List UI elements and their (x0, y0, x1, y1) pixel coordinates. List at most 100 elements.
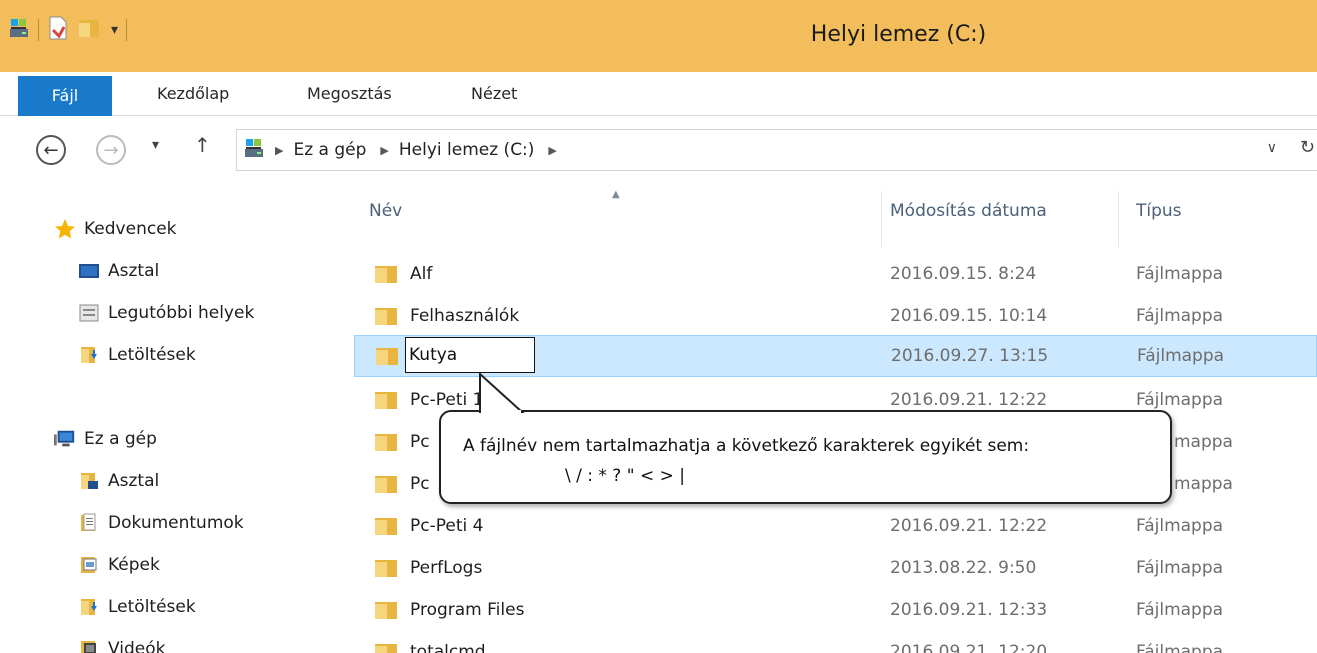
column-divider[interactable] (881, 191, 882, 247)
chevron-down-icon: ▾ (152, 137, 160, 153)
tooltip-message: A fájlnév nem tartalmazhatja a következő… (463, 436, 1030, 456)
folder-icon (375, 518, 397, 535)
breadcrumb-separator-icon[interactable]: ▶ (380, 144, 388, 157)
drive-icon (243, 137, 265, 163)
downloads-folder-icon (78, 597, 100, 617)
pictures-icon (78, 555, 100, 575)
folder-icon (375, 644, 397, 653)
folder-icon (375, 392, 397, 409)
file-type: Fájlmappa (1136, 264, 1224, 284)
breadcrumb-this-pc[interactable]: Ez a gép (293, 140, 366, 160)
nav-label: Kedvencek (84, 219, 177, 239)
nav-this-pc-downloads[interactable]: Letöltések (78, 591, 196, 623)
file-date: 2016.09.27. 13:15 (891, 346, 1049, 366)
desktop-folder-icon (78, 471, 100, 491)
table-row[interactable]: Felhasználók 2016.09.15. 10:14 Fájlmappa (354, 295, 1317, 337)
file-date: 2016.09.21. 12:20 (890, 642, 1048, 653)
nav-favorites-desktop[interactable]: Asztal (78, 255, 159, 287)
file-date: 2016.09.21. 12:33 (890, 600, 1048, 620)
forward-arrow-icon: → (103, 139, 119, 161)
rename-input[interactable]: Kutya (405, 337, 535, 373)
folder-icon (375, 434, 397, 451)
tab-share[interactable]: Megosztás (307, 72, 392, 116)
file-type: Fájlmappa (1136, 558, 1224, 578)
nav-recent-places[interactable]: Legutóbbi helyek (78, 297, 254, 329)
table-row[interactable]: Pc-Peti 4 2016.09.21. 12:22 Fájlmappa (354, 505, 1317, 547)
invalid-filename-tooltip: A fájlnév nem tartalmazhatja a következő… (439, 410, 1172, 504)
recent-places-icon (78, 303, 100, 323)
window-title: Helyi lemez (C:) (810, 22, 987, 47)
downloads-folder-icon (78, 345, 100, 365)
recent-locations-button[interactable]: ▾ (152, 137, 159, 153)
tooltip-pointer-icon (479, 372, 525, 414)
refresh-icon[interactable]: ↻ (1300, 137, 1315, 158)
tab-home[interactable]: Kezdőlap (157, 72, 229, 116)
breadcrumb-local-disk[interactable]: Helyi lemez (C:) (399, 140, 535, 160)
file-date: 2013.08.22. 9:50 (890, 558, 1037, 578)
navigation-bar: ← → ▾ ↑ ▶ Ez a gép ▶ Helyi lemez (C:) ▶ … (0, 117, 1317, 183)
column-divider[interactable] (1118, 191, 1119, 247)
star-icon (54, 219, 76, 239)
nav-this-pc-desktop[interactable]: Asztal (78, 465, 159, 497)
nav-this-pc[interactable]: Ez a gép (54, 423, 157, 455)
nav-label: Asztal (108, 471, 160, 491)
file-name: totalcmd (410, 642, 486, 653)
nav-favorites-downloads[interactable]: Letöltések (78, 339, 196, 371)
back-arrow-icon: ← (43, 139, 59, 161)
folder-icon (375, 476, 397, 493)
forward-button[interactable]: → (96, 135, 126, 165)
file-type: Fájlmappa (1137, 346, 1225, 366)
up-arrow-icon: ↑ (194, 133, 211, 157)
nav-label: Dokumentumok (108, 513, 244, 533)
nav-label: Ez a gép (84, 429, 157, 449)
file-date: 2016.09.15. 10:14 (890, 306, 1048, 326)
up-button[interactable]: ↑ (194, 133, 211, 157)
file-name: Pc-Peti 4 (410, 516, 484, 536)
file-name: Alf (410, 264, 433, 284)
file-name: PerfLogs (410, 558, 483, 578)
tab-view[interactable]: Nézet (471, 72, 517, 116)
nav-label: Letöltések (108, 345, 196, 365)
address-dropdown-icon[interactable]: ∨ (1267, 140, 1277, 156)
navigation-pane: Kedvencek Asztal Legutóbbi helyek Letölt… (0, 183, 334, 653)
videos-icon (78, 639, 100, 653)
file-type: Fájlmappa (1136, 306, 1224, 326)
tab-file[interactable]: Fájl (18, 76, 112, 116)
folder-icon (375, 266, 397, 283)
file-type: mappa (1174, 474, 1233, 494)
nav-pictures[interactable]: Képek (78, 549, 160, 581)
file-type: Fájlmappa (1136, 600, 1224, 620)
folder-icon (375, 560, 397, 577)
back-button[interactable]: ← (36, 135, 66, 165)
title-bar: ▾ Helyi lemez (C:) (0, 0, 1317, 72)
file-name: Program Files (410, 600, 525, 620)
desktop-icon (78, 261, 100, 281)
file-type: mappa (1174, 432, 1233, 452)
file-name: Pc (410, 474, 430, 494)
breadcrumb-separator-icon[interactable]: ▶ (275, 144, 283, 157)
sort-ascending-icon: ▲ (612, 189, 620, 200)
table-row[interactable]: Program Files 2016.09.21. 12:33 Fájlmapp… (354, 589, 1317, 631)
nav-favorites[interactable]: Kedvencek (54, 213, 177, 245)
table-row[interactable]: PerfLogs 2013.08.22. 9:50 Fájlmappa (354, 547, 1317, 589)
address-bar[interactable]: ▶ Ez a gép ▶ Helyi lemez (C:) ▶ ∨ ↻ (236, 129, 1317, 171)
nav-label: Videók (108, 639, 166, 653)
file-type: Fájlmappa (1136, 516, 1224, 536)
breadcrumb-separator-icon[interactable]: ▶ (548, 144, 556, 157)
nav-label: Asztal (108, 261, 160, 281)
file-date: 2016.09.15. 8:24 (890, 264, 1037, 284)
file-name: Pc (410, 432, 430, 452)
computer-icon (54, 429, 76, 449)
tooltip-invalid-characters: \ / : * ? " < > | (565, 466, 685, 486)
nav-videos[interactable]: Videók (78, 633, 165, 653)
file-date: 2016.09.21. 12:22 (890, 516, 1048, 536)
nav-documents[interactable]: Dokumentumok (78, 507, 244, 539)
file-type: Fájlmappa (1136, 642, 1224, 653)
table-row[interactable]: Alf 2016.09.15. 8:24 Fájlmappa (354, 253, 1317, 295)
table-row-selected[interactable]: Kutya 2016.09.27. 13:15 Fájlmappa (354, 335, 1317, 377)
folder-icon (375, 308, 397, 325)
nav-label: Képek (108, 555, 160, 575)
folder-icon (375, 602, 397, 619)
nav-label: Letöltések (108, 597, 196, 617)
table-row[interactable]: totalcmd 2016.09.21. 12:20 Fájlmappa (354, 631, 1317, 653)
